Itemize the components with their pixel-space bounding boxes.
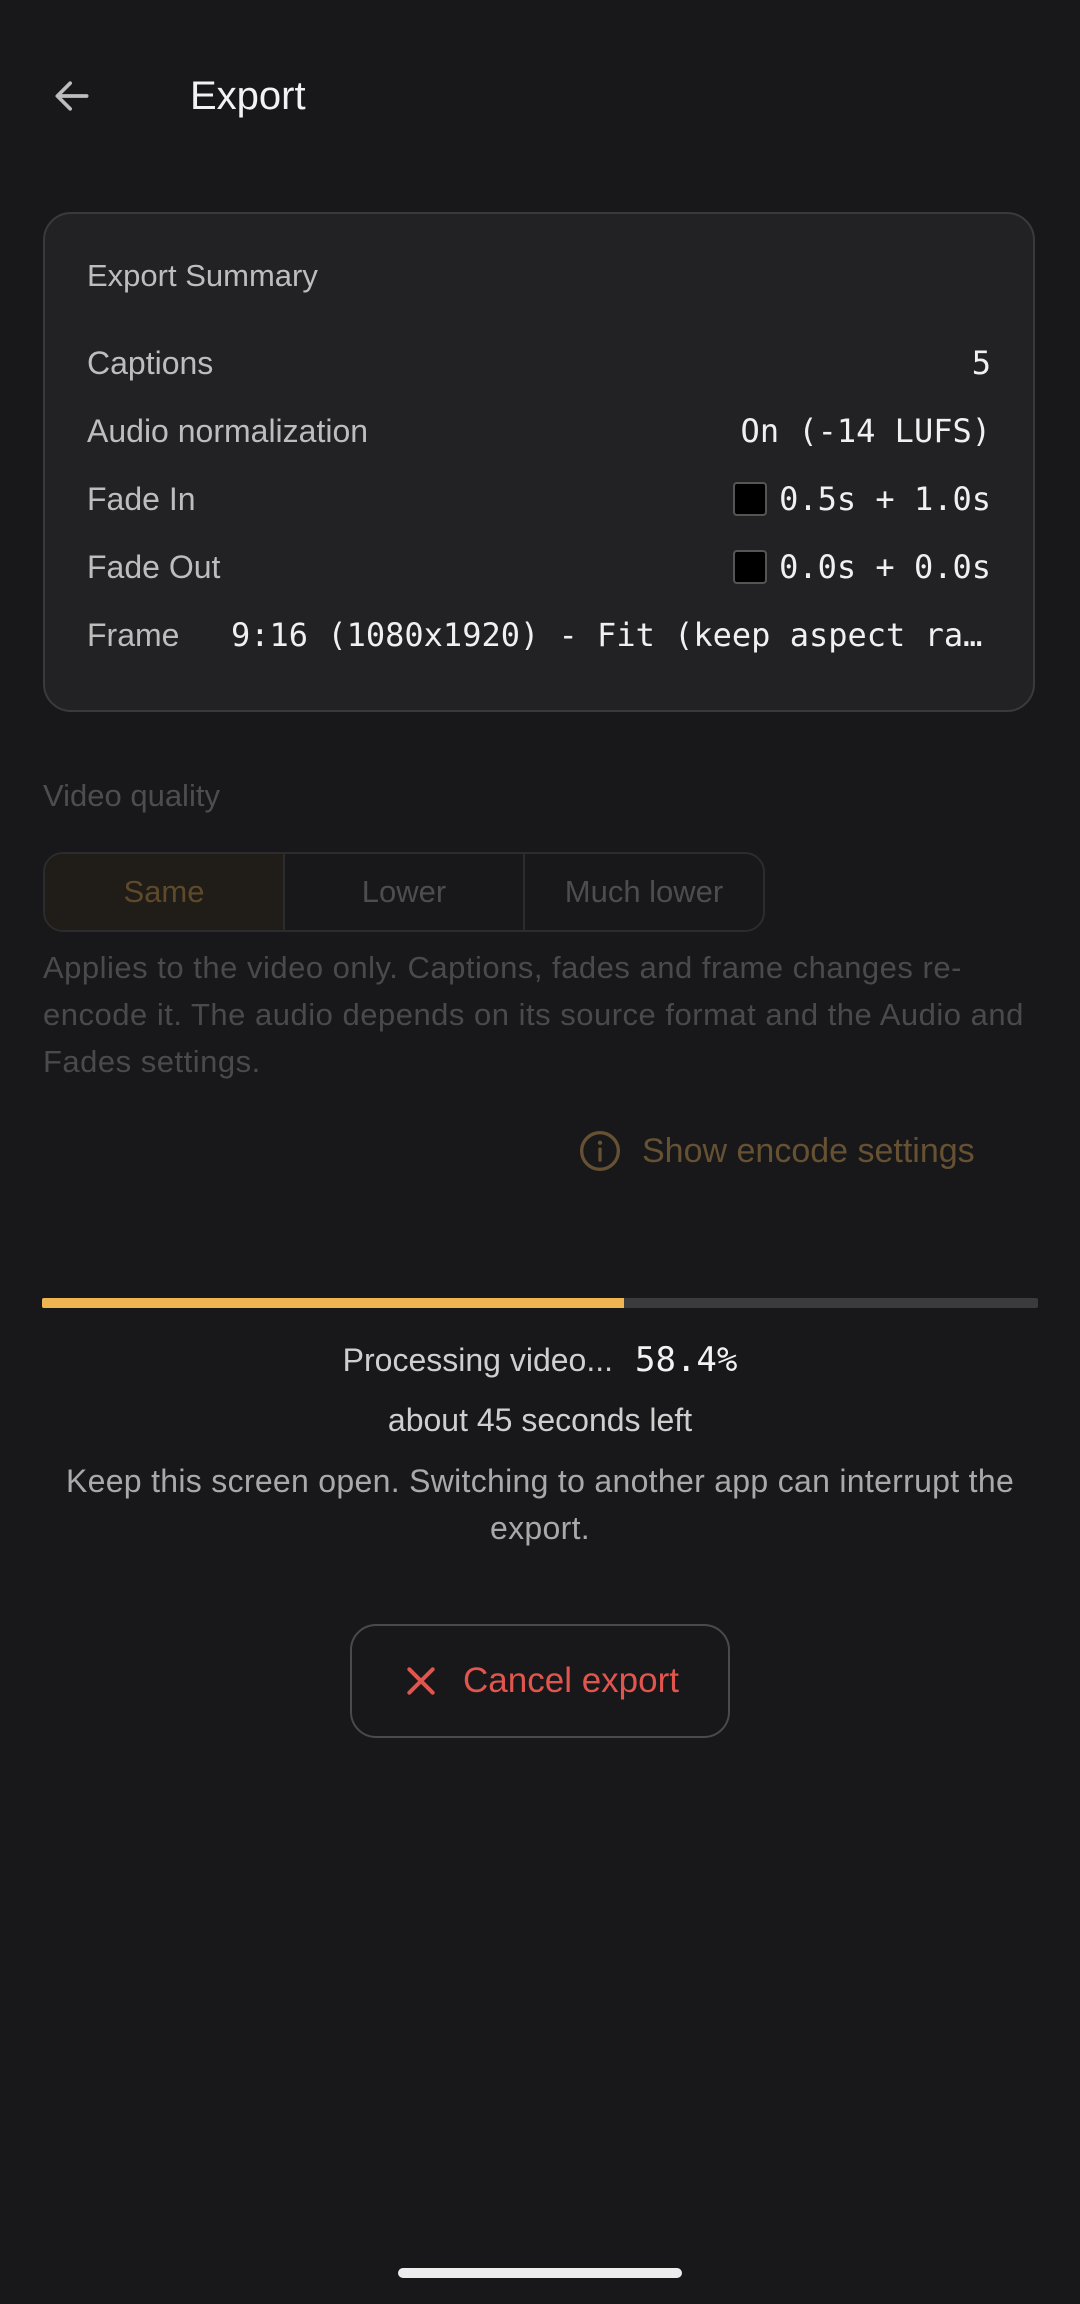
show-encode-settings-link[interactable]: Show encode settings [578, 1126, 975, 1176]
summary-value: 9:16 (1080x1920) - Fit (keep aspect rati… [231, 616, 991, 654]
quality-option-much-lower: Much lower [564, 874, 724, 909]
export-summary-card: Export Summary Captions 5 Audio normaliz… [43, 212, 1035, 712]
progress-status-line: Processing video... 58.4% [0, 1340, 1080, 1380]
video-quality-label: Video quality [43, 778, 220, 813]
summary-row-captions: Captions 5 [87, 338, 991, 388]
summary-value: 0.5s + 1.0s [779, 480, 991, 518]
page-title: Export [190, 74, 306, 118]
back-button[interactable] [42, 66, 102, 126]
close-icon [407, 1667, 435, 1695]
summary-row-fade-out: Fade Out 0.0s + 0.0s [87, 542, 991, 592]
summary-value: 5 [971, 344, 991, 382]
home-indicator[interactable] [398, 2268, 682, 2278]
fade-color-swatch [733, 482, 768, 516]
arrow-left-icon [55, 81, 89, 111]
summary-label: Frame [87, 616, 180, 653]
fade-color-swatch [733, 550, 768, 584]
summary-value-group: 0.0s + 0.0s [733, 548, 991, 586]
summary-value: 0.0s + 0.0s [779, 548, 991, 586]
summary-row-frame: Frame 9:16 (1080x1920) - Fit (keep aspec… [87, 610, 991, 660]
quality-help-text: Applies to the video only. Captions, fad… [43, 950, 1024, 1079]
progress-percent: 58.4% [635, 1340, 738, 1380]
cancel-export-label: Cancel export [463, 1661, 679, 1700]
quality-option-lower: Lower [285, 854, 525, 930]
summary-row-audio-normalization: Audio normalization On (-14 LUFS) [87, 406, 991, 456]
encode-settings-label: Show encode settings [642, 1131, 975, 1170]
summary-label: Fade In [87, 480, 196, 517]
export-progress-fill [42, 1298, 624, 1308]
export-progress-bar [42, 1298, 1038, 1308]
info-icon [580, 1131, 620, 1171]
summary-label: Audio normalization [87, 412, 369, 449]
app-bar: Export [0, 0, 1080, 190]
card-title: Export Summary [87, 258, 318, 293]
summary-label: Captions [87, 344, 214, 381]
summary-label: Fade Out [87, 548, 221, 585]
time-remaining: about 45 seconds left [387, 1402, 693, 1438]
cancel-export-button[interactable]: Cancel export [350, 1624, 730, 1738]
progress-status: Processing video... [342, 1342, 613, 1378]
video-quality-selector: Same Lower Much lower [43, 852, 765, 932]
summary-row-fade-in: Fade In 0.5s + 1.0s [87, 474, 991, 524]
quality-option-same: Same [45, 854, 285, 930]
keep-open-warning: Keep this screen open. Switching to anot… [65, 1463, 1015, 1546]
summary-value: On (-14 LUFS) [740, 412, 991, 450]
summary-value-group: 0.5s + 1.0s [733, 480, 991, 518]
